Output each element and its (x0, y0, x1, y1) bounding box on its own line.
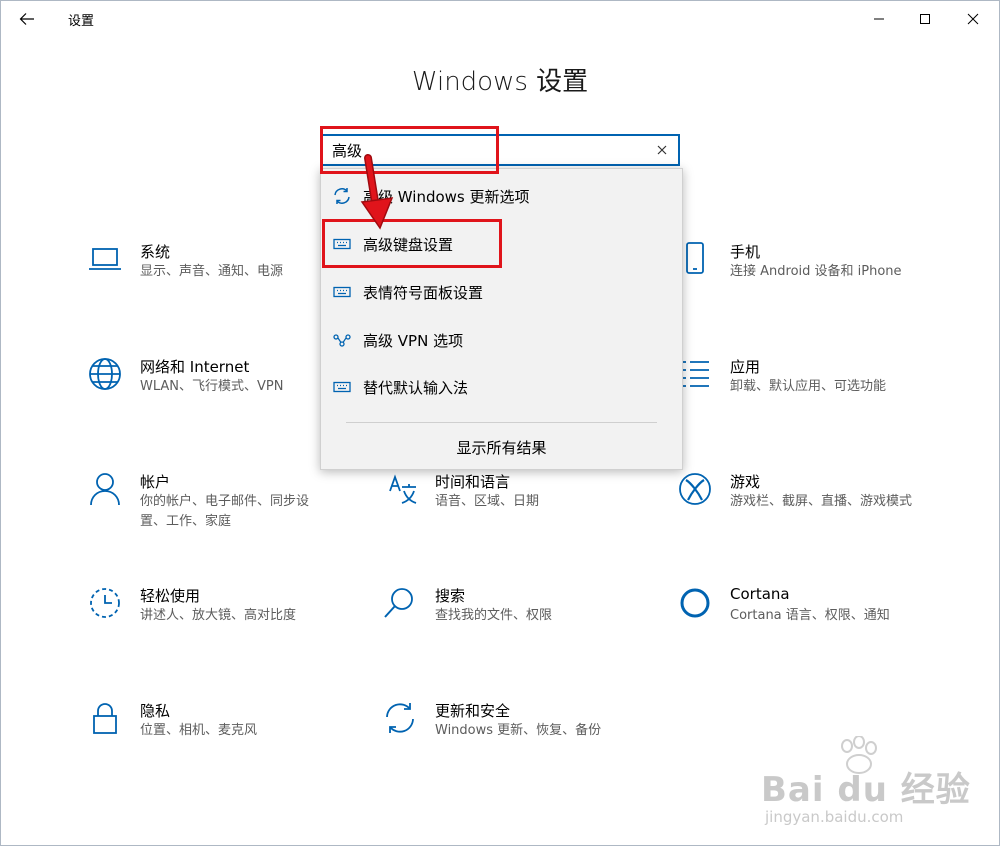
tile-desc: WLAN、飞行模式、VPN (140, 379, 284, 394)
minimize-icon (874, 18, 884, 20)
annotation-arrow-icon (360, 154, 394, 230)
suggestion-emoji-panel[interactable]: 表情符号面板设置 (321, 271, 682, 313)
tile-desc: 讲述人、放大镜、高对比度 (140, 608, 297, 623)
tile-apps[interactable]: 应用 卸载、默认应用、可选功能 (677, 356, 942, 436)
suggestion-advanced-vpn[interactable]: 高级 VPN 选项 (321, 319, 682, 361)
tile-desc: 显示、声音、通知、电源 (140, 264, 284, 279)
person-icon (87, 471, 123, 507)
maximize-icon (920, 14, 930, 24)
page-title: Windows 设置 (411, 67, 589, 97)
show-all-results-button[interactable]: 显示所有结果 (321, 431, 682, 465)
tile-phone[interactable]: 手机 连接 Android 设备和 iPhone (677, 241, 942, 321)
refresh-icon (333, 187, 351, 205)
tile-title: 应用 (730, 358, 761, 376)
tile-title: 游戏 (730, 473, 761, 491)
keyboard-icon (333, 378, 351, 396)
lock-icon (87, 700, 123, 736)
tile-title: 系统 (140, 243, 171, 261)
tile-title: 隐私 (140, 702, 171, 720)
suggestion-override-input-method[interactable]: 替代默认输入法 (321, 366, 682, 408)
cortana-icon (677, 585, 713, 621)
tile-network[interactable]: 网络和 Internet WLAN、飞行模式、VPN (87, 356, 352, 436)
back-button[interactable] (11, 7, 43, 31)
tile-search[interactable]: 搜索 查找我的文件、权限 (382, 585, 647, 665)
search-icon (382, 585, 418, 621)
clear-search-button[interactable] (652, 140, 672, 160)
tile-system[interactable]: 系统 显示、声音、通知、电源 (87, 241, 352, 321)
xbox-icon (677, 471, 713, 507)
suggestion-label: 高级 VPN 选项 (363, 331, 464, 350)
maximize-button[interactable] (903, 5, 947, 33)
title-bar: 设置 (1, 1, 999, 37)
time-language-icon (382, 471, 418, 507)
suggestion-label: 替代默认输入法 (363, 378, 469, 397)
dropdown-divider (346, 422, 657, 423)
tile-ease-of-access[interactable]: 轻松使用 讲述人、放大镜、高对比度 (87, 585, 352, 665)
tile-title: Cortana (730, 585, 790, 603)
tile-title: 更新和安全 (435, 702, 511, 720)
clear-icon (657, 145, 667, 155)
tile-desc: 查找我的文件、权限 (435, 608, 553, 623)
globe-icon (87, 356, 123, 392)
keyboard-icon (333, 235, 351, 253)
window-title: 设置 (68, 14, 95, 29)
tile-desc: 语音、区域、日期 (435, 494, 540, 509)
tile-desc: 你的帐户、电子邮件、同步设置、工作、家庭 (140, 494, 310, 529)
tile-update-security[interactable]: 更新和安全 Windows 更新、恢复、备份 (382, 700, 647, 780)
tile-title: 帐户 (140, 473, 171, 491)
watermark-brand: Bai du 经验 (761, 770, 971, 810)
tile-gaming[interactable]: 游戏 游戏栏、截屏、直播、游戏模式 (677, 471, 942, 551)
tile-title: 时间和语言 (435, 473, 511, 491)
suggestion-label: 高级键盘设置 (363, 235, 454, 254)
tile-cortana[interactable]: Cortana Cortana 语言、权限、通知 (677, 585, 942, 665)
tile-title: 轻松使用 (140, 587, 201, 605)
laptop-icon (87, 241, 123, 277)
watermark: Bai du 经验 jingyan.baidu.com (761, 736, 991, 836)
watermark-url: jingyan.baidu.com (765, 808, 904, 826)
back-arrow-icon (19, 13, 34, 25)
tile-accounts[interactable]: 帐户 你的帐户、电子邮件、同步设置、工作、家庭 (87, 471, 352, 551)
tile-title: 搜索 (435, 587, 466, 605)
keyboard-icon (333, 283, 351, 301)
ease-of-access-icon (87, 585, 123, 621)
tile-title: 手机 (730, 243, 761, 261)
tile-desc: 游戏栏、截屏、直播、游戏模式 (730, 494, 913, 509)
tile-privacy[interactable]: 隐私 位置、相机、麦克风 (87, 700, 352, 780)
tile-desc: 位置、相机、麦克风 (140, 723, 258, 738)
tile-desc: Windows 更新、恢复、备份 (435, 723, 602, 738)
minimize-button[interactable] (857, 5, 901, 33)
close-button[interactable] (951, 5, 995, 33)
tile-time-language[interactable]: 时间和语言 语音、区域、日期 (382, 471, 647, 551)
vpn-icon (333, 331, 351, 349)
update-icon (382, 700, 418, 736)
tile-desc: Cortana 语言、权限、通知 (730, 608, 890, 623)
suggestion-label: 表情符号面板设置 (363, 283, 484, 302)
tile-title: 网络和 Internet (140, 358, 250, 376)
tile-desc: 卸载、默认应用、可选功能 (730, 379, 887, 394)
tile-desc: 连接 Android 设备和 iPhone (730, 264, 902, 279)
settings-window: 设置 Windows 设置 系统 显示、声音、通知、电源 手机 连接 Andro… (0, 0, 1000, 846)
close-icon (967, 13, 979, 25)
